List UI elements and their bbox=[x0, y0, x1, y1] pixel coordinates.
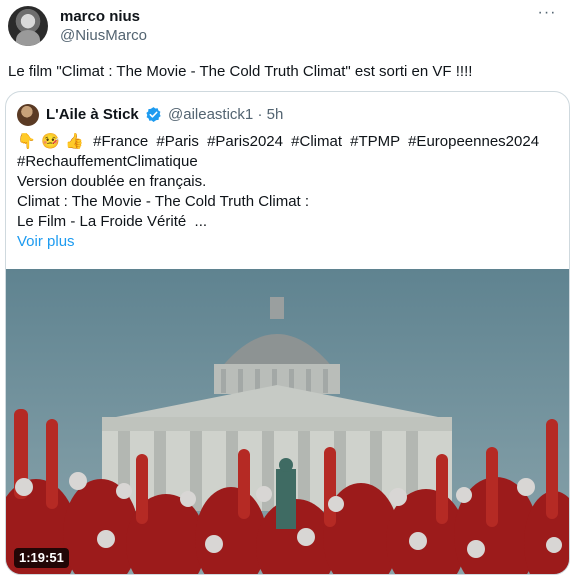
quoted-tweet-header: L'Aile à Stick @aileastick1 · 5h bbox=[17, 104, 557, 126]
hashtag-link[interactable]: #France bbox=[93, 133, 148, 150]
video-thumbnail bbox=[6, 269, 569, 574]
hashtag-link[interactable]: #Europeennes2024 bbox=[408, 133, 539, 150]
quoted-tweet-text: 👇 🤒 👍 #France #Paris #Paris2024 #Climat #T… bbox=[17, 132, 557, 252]
quoted-author-avatar[interactable] bbox=[17, 104, 39, 126]
sick-face-emoji-icon: 🤒 bbox=[41, 133, 60, 150]
quoted-line-4: Climat : The Movie - The Cold Truth Clim… bbox=[17, 193, 310, 210]
show-more-link[interactable]: Voir plus bbox=[17, 232, 557, 252]
hashtag-link[interactable]: #Paris bbox=[156, 133, 199, 150]
point-down-emoji-icon: 👇 bbox=[17, 133, 36, 150]
video-duration-badge: 1:19:51 bbox=[14, 548, 69, 568]
quoted-handle-time[interactable]: @aileastick1 · 5h bbox=[168, 106, 283, 124]
hashtag-link[interactable]: #TPMP bbox=[350, 133, 400, 150]
ellipsis-icon[interactable]: ··· bbox=[537, 5, 557, 26]
quoted-line-5: Le Film - La Froide Vérité ... bbox=[17, 213, 208, 230]
hashtag-link[interactable]: #RechauffementClimatique bbox=[17, 152, 557, 172]
quoted-line-3: Version doublée en français. bbox=[17, 173, 207, 190]
quoted-author-name[interactable]: L'Aile à Stick bbox=[46, 106, 139, 124]
verified-badge-icon bbox=[146, 107, 161, 122]
video-player[interactable]: 1:19:51 bbox=[6, 269, 569, 574]
tweet-header: marco nius @NiusMarco ··· bbox=[8, 5, 565, 46]
hashtag-link[interactable]: #Climat bbox=[291, 133, 342, 150]
author-avatar[interactable] bbox=[8, 6, 48, 46]
quoted-tweet[interactable]: L'Aile à Stick @aileastick1 · 5h 👇 🤒 👍 #Fr… bbox=[5, 91, 570, 575]
hashtag-link[interactable]: #Paris2024 bbox=[207, 133, 283, 150]
author-handle[interactable]: @NiusMarco bbox=[60, 27, 147, 45]
tweet-text: Le film "Climat : The Movie - The Cold T… bbox=[8, 63, 473, 80]
quoted-time[interactable]: · 5h bbox=[257, 106, 283, 123]
quoted-line-1: 👇 🤒 👍 #France #Paris #Paris2024 #Climat #T… bbox=[17, 132, 557, 152]
author-name[interactable]: marco nius bbox=[60, 8, 140, 26]
thumbs-up-emoji-icon: 👍 bbox=[65, 133, 84, 150]
quoted-author-handle[interactable]: @aileastick1 bbox=[168, 106, 253, 123]
